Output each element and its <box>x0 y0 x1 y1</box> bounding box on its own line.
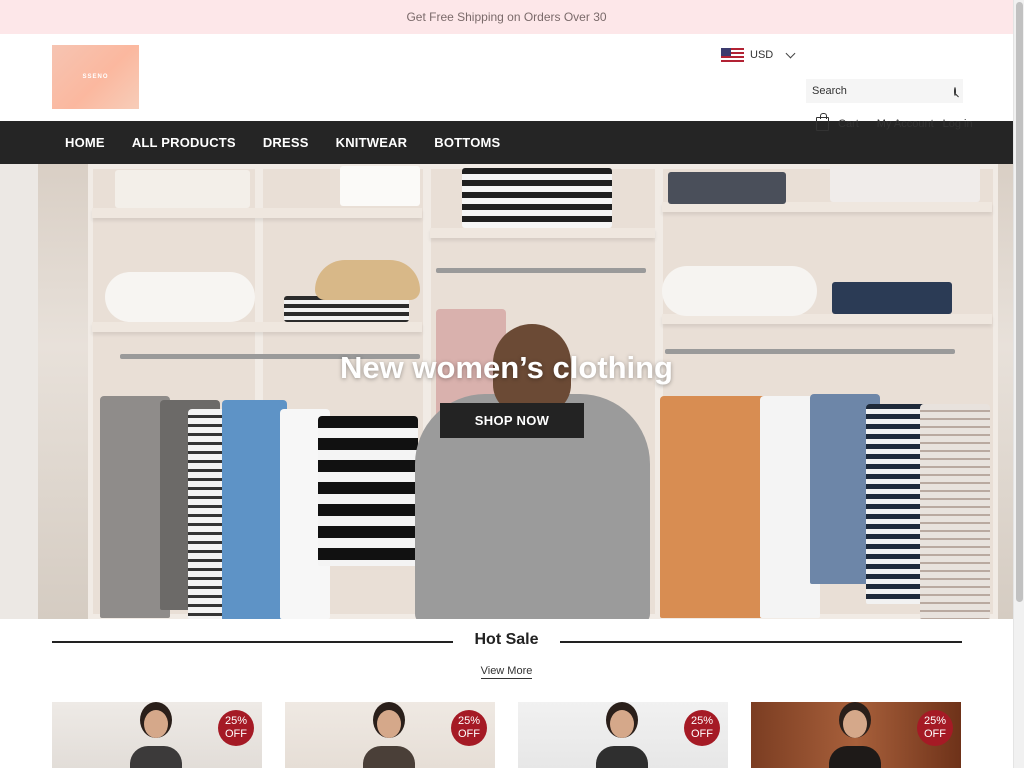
hero-bg-folded-jeans <box>832 282 952 314</box>
page: Get Free Shipping on Orders Over 30 SSEN… <box>0 0 1013 768</box>
product-image <box>130 710 182 768</box>
login-link[interactable]: Log in <box>943 118 973 130</box>
product-card[interactable]: 25% OFF <box>285 702 495 768</box>
hero-bg-pillow <box>830 166 980 202</box>
scrollbar-thumb[interactable] <box>1016 2 1023 602</box>
hero-bg-garment <box>920 404 990 619</box>
nav-home[interactable]: HOME <box>65 135 105 150</box>
nav-knitwear[interactable]: KNITWEAR <box>336 135 408 150</box>
nav-dress[interactable]: DRESS <box>263 135 309 150</box>
hero-bg-rod <box>436 268 646 273</box>
logo-text: SSENO <box>82 74 109 80</box>
nav-bottoms[interactable]: BOTTOMS <box>434 135 500 150</box>
product-card[interactable]: 25% OFF <box>751 702 961 768</box>
chevron-down-icon <box>785 48 796 58</box>
hero-bg-shelf <box>92 208 422 218</box>
search-icon[interactable] <box>954 86 956 96</box>
cart-link[interactable]: Cart <box>838 118 859 130</box>
discount-badge: 25% OFF <box>917 710 953 746</box>
shop-now-button[interactable]: SHOP NOW <box>440 403 584 438</box>
my-account-link[interactable]: My Account <box>877 118 934 130</box>
hero-bg-hat <box>315 260 420 300</box>
product-image <box>829 710 881 768</box>
hero-bg-folded-stripes <box>462 168 612 228</box>
product-image <box>596 710 648 768</box>
discount-badge: 25% OFF <box>218 710 254 746</box>
hero-bg-garment <box>866 404 926 604</box>
product-card[interactable]: 25% OFF <box>52 702 262 768</box>
hero-bg-towels <box>115 170 250 208</box>
currency-selector[interactable]: USD <box>721 48 796 62</box>
hero-banner: New women’s clothing SHOP NOW <box>0 164 1013 619</box>
hero-bg-pillow <box>105 272 255 322</box>
currency-code: USD <box>750 49 774 61</box>
discount-badge: 25% OFF <box>684 710 720 746</box>
announcement-text: Get Free Shipping on Orders Over 30 <box>406 10 607 24</box>
us-flag-icon <box>721 48 744 62</box>
divider-right <box>560 641 962 643</box>
store-logo[interactable]: SSENO <box>52 45 139 109</box>
hot-sale-title: Hot Sale <box>474 631 539 648</box>
hot-sale-section: Hot Sale View More <box>0 619 1013 703</box>
nav-all-products[interactable]: ALL PRODUCTS <box>132 135 236 150</box>
product-card[interactable]: 25% OFF <box>518 702 728 768</box>
product-grid: 25% OFF 25% OFF 25% OFF 25% OFF <box>52 702 961 768</box>
hero-bg-shelf <box>430 228 655 238</box>
hero-bg-folded-dark <box>668 172 786 204</box>
hero-bg-wall <box>0 164 38 619</box>
hero-bg-garment <box>222 400 287 619</box>
view-more-link[interactable]: View More <box>0 665 1013 679</box>
view-more-label: View More <box>480 665 533 679</box>
cart-icon[interactable] <box>816 113 829 131</box>
search-box <box>806 79 963 103</box>
page-scrollbar[interactable] <box>1013 0 1024 768</box>
hero-bg-box <box>340 166 420 206</box>
hero-bg-pillow <box>662 266 817 316</box>
header-links: Cart My Account Log in <box>816 113 973 131</box>
site-header: SSENO USD Cart My Account Log in <box>0 34 1013 131</box>
hero-title: New women’s clothing <box>340 350 673 385</box>
search-input[interactable] <box>812 85 954 97</box>
product-image <box>363 710 415 768</box>
announcement-bar: Get Free Shipping on Orders Over 30 <box>0 0 1013 34</box>
discount-badge: 25% OFF <box>451 710 487 746</box>
